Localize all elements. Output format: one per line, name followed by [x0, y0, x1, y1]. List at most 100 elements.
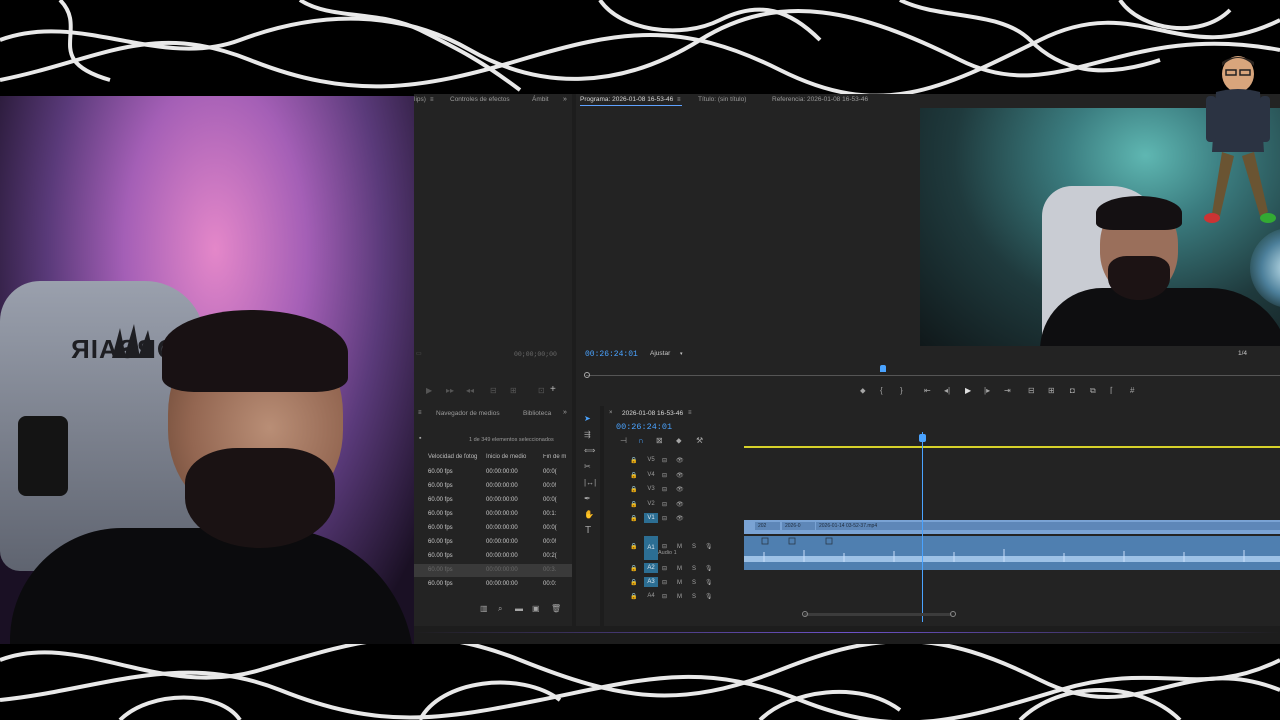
timeline-playhead[interactable]	[919, 434, 926, 442]
mute-button[interactable]: M	[677, 592, 682, 602]
chevron-right-icon[interactable]: »	[563, 408, 567, 418]
column-frame-rate[interactable]: Velocidad de fotog	[428, 454, 477, 460]
wrench-icon[interactable]: ⚒	[696, 436, 703, 446]
track-label-v4[interactable]: V4	[644, 470, 658, 480]
scroll-handle-right[interactable]	[950, 611, 956, 617]
lock-icon[interactable]: 🔒	[630, 471, 637, 481]
solo-button[interactable]: S	[692, 592, 696, 602]
step-back-icon[interactable]: ◂|	[944, 386, 950, 396]
sync-lock-icon[interactable]: ⊟	[662, 592, 667, 602]
tab-clips[interactable]: lips)	[414, 96, 426, 103]
add-marker-icon[interactable]: ⬥	[676, 436, 682, 446]
eye-icon[interactable]: 👁	[676, 471, 684, 481]
tab-ambient[interactable]: Ámbit	[532, 96, 549, 103]
camera-icon[interactable]: ◘	[1070, 386, 1075, 396]
list-item[interactable]: 60.00 fps 00:00:00:00 00:0!	[414, 480, 572, 493]
freeform-view-icon[interactable]: ▥	[480, 604, 488, 614]
video-clip[interactable]: 2026-01-14 03-52-37.mp4	[816, 522, 1280, 530]
track-label-a4[interactable]: A4	[644, 591, 658, 601]
list-item[interactable]: 60.00 fps 00:00:00:00 00:0(	[414, 494, 572, 507]
hand-tool-icon[interactable]: ✋	[584, 510, 594, 520]
play-icon[interactable]: ▶	[965, 386, 971, 396]
column-media-start[interactable]: Inicio de medio	[486, 454, 526, 460]
mark-out-icon[interactable]: }	[900, 386, 903, 396]
work-area-bar[interactable]	[744, 446, 1280, 448]
lock-icon[interactable]: 🔒	[630, 542, 637, 552]
eye-icon[interactable]: 👁	[676, 456, 684, 466]
source-export-icon[interactable]: ⊡	[538, 386, 545, 396]
marker-icon[interactable]: ⬥	[860, 386, 866, 396]
mute-button[interactable]: M	[677, 564, 682, 574]
video-clip[interactable]: 2026-0	[782, 522, 815, 530]
go-to-out-icon[interactable]: ⇥	[1004, 386, 1011, 396]
linked-selection-icon[interactable]: ⊠	[656, 436, 663, 446]
tab-program[interactable]: Programa: 2026-01-08 16-53-46	[580, 96, 673, 103]
mic-icon[interactable]: 🎙	[705, 578, 713, 588]
tab-media-browser[interactable]: Navegador de medios	[436, 410, 500, 417]
lock-icon[interactable]: 🔒	[630, 456, 637, 466]
tab-menu-icon[interactable]: ≡	[418, 408, 422, 418]
source-insert-icon[interactable]: ⊟	[490, 386, 497, 396]
type-tool-icon[interactable]: T	[585, 526, 591, 536]
sync-lock-icon[interactable]: ⊟	[662, 485, 667, 495]
sync-lock-icon[interactable]: ⊟	[662, 578, 667, 588]
mute-button[interactable]: M	[677, 542, 682, 552]
source-play-icon[interactable]: ▶	[426, 386, 432, 396]
selection-tool-icon[interactable]: ➤	[584, 414, 591, 424]
source-overwrite-icon[interactable]: ⊞	[510, 386, 517, 396]
program-timecode[interactable]: 00:26:24:01	[585, 350, 638, 359]
folder-icon[interactable]: ▪	[419, 434, 421, 444]
step-forward-icon[interactable]: |▸	[984, 386, 990, 396]
razor-tool-icon[interactable]: ✂	[584, 462, 591, 472]
lift-icon[interactable]: ⊟	[1028, 386, 1035, 396]
solo-button[interactable]: S	[692, 564, 696, 574]
column-media-end[interactable]: Fin de m	[543, 454, 569, 460]
track-label-a1[interactable]: A1	[644, 536, 658, 560]
scrubber-start-handle[interactable]	[584, 372, 590, 378]
slip-tool-icon[interactable]: |↔|	[584, 478, 596, 488]
track-label-v2[interactable]: V2	[644, 499, 658, 509]
new-item-icon[interactable]: ▣	[532, 604, 540, 614]
timeline-playhead-line[interactable]	[922, 432, 923, 622]
sync-lock-icon[interactable]: ⊟	[662, 514, 667, 524]
trash-icon[interactable]: 🗑	[551, 604, 561, 614]
solo-button[interactable]: S	[692, 542, 696, 552]
eye-icon[interactable]: 👁	[676, 514, 684, 524]
track-label-a2[interactable]: A2	[644, 563, 658, 573]
lock-icon[interactable]: 🔒	[630, 578, 637, 588]
lock-icon[interactable]: 🔒	[630, 564, 637, 574]
lock-icon[interactable]: 🔒	[630, 485, 637, 495]
mute-button[interactable]: M	[677, 578, 682, 588]
track-label-v3[interactable]: V3	[644, 484, 658, 494]
mic-icon[interactable]: 🎙	[705, 592, 713, 602]
program-scrubber-track[interactable]	[586, 375, 1280, 376]
mic-icon[interactable]: 🎙	[705, 542, 713, 552]
mark-in-icon[interactable]: {	[880, 386, 883, 396]
tab-libraries[interactable]: Biblioteca	[523, 410, 555, 417]
video-clip[interactable]: 202	[755, 522, 780, 530]
list-item[interactable]: 60.00 fps 00:00:00:00 00:1:	[414, 508, 572, 521]
track-label-v5[interactable]: V5	[644, 455, 658, 465]
extract-icon[interactable]: ⊞	[1048, 386, 1055, 396]
pen-tool-icon[interactable]: ✒	[584, 494, 591, 504]
zoom-select[interactable]: Ajustar ▾	[650, 350, 683, 357]
comparison-view-icon[interactable]: ⧉	[1090, 386, 1096, 396]
sync-lock-icon[interactable]: ⊟	[662, 456, 667, 466]
search-icon[interactable]: ⌕	[498, 604, 502, 614]
list-item[interactable]: 60.00 fps 00:00:00:00 00:0(	[414, 466, 572, 479]
go-to-in-icon[interactable]: ⇤	[924, 386, 931, 396]
lock-icon[interactable]: 🔒	[630, 514, 637, 524]
tab-menu-icon[interactable]: ≡	[677, 95, 681, 105]
tab-sequence[interactable]: 2026-01-08 16-53-46	[622, 410, 683, 417]
list-item[interactable]: 60.00 fps 00:00:00:00 00:0(	[414, 522, 572, 535]
ripple-edit-tool-icon[interactable]: ⟺	[584, 446, 595, 456]
lock-icon[interactable]: 🔒	[630, 500, 637, 510]
sync-lock-icon[interactable]: ⊟	[662, 500, 667, 510]
nest-icon[interactable]: ⊣	[620, 436, 627, 446]
list-item[interactable]: 60.00 fps 00:00:00:00 00:2(	[414, 550, 572, 563]
snap-icon[interactable]: ∩	[638, 436, 644, 446]
close-icon[interactable]: ×	[609, 408, 613, 418]
tab-reference[interactable]: Referencia: 2026-01-08 16-53-46	[772, 96, 868, 103]
button-editor-icon[interactable]: #	[1130, 386, 1134, 396]
tab-menu-icon[interactable]: ≡	[430, 95, 434, 105]
